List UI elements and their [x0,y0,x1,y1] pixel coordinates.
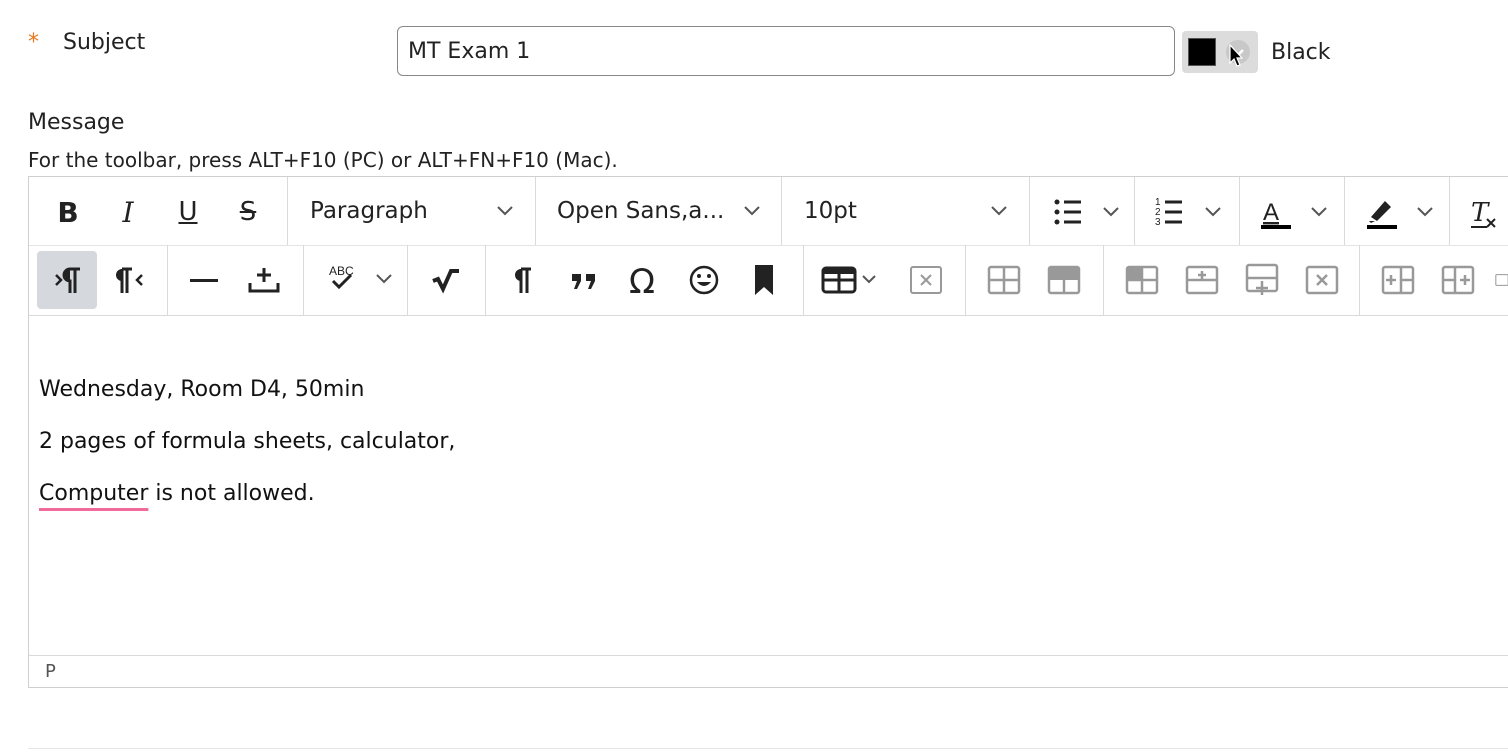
underline-button[interactable]: U [167,193,209,231]
paragraph-1: Wednesday, Room D4, 50min [39,377,365,402]
misspelled-word[interactable]: Computer [39,481,148,506]
delete-table-button[interactable] [899,255,953,305]
highlight-icon [1367,201,1433,229]
split-cells-icon [1047,265,1081,295]
cell-props-button[interactable] [1115,255,1169,305]
insert-row-before-button[interactable] [1175,255,1229,305]
color-picker-button[interactable] [1182,31,1258,73]
highlight-color-button[interactable] [1361,193,1441,233]
paragraph-3: Computer is not allowed. [39,481,315,506]
text-color-icon: A [1261,199,1327,229]
horizontal-rule-icon [190,279,218,282]
subject-label: Subject [63,30,146,55]
svg-text:A: A [1263,199,1279,226]
delete-col-button[interactable] [1495,255,1508,305]
text-color-button[interactable]: A [1255,193,1335,233]
delete-row-button[interactable] [1295,255,1349,305]
insert-row-before-icon [1185,265,1219,295]
color-name-label: Black [1271,40,1331,65]
math-icon [432,269,459,294]
show-blocks-button[interactable] [499,255,549,305]
bookmark-button[interactable] [739,255,789,305]
svg-text:Ω: Ω [629,263,655,297]
emoji-icon [689,265,719,295]
mouse-cursor-icon [1229,44,1243,67]
rtl-icon [116,267,143,293]
divider [28,748,1508,749]
spellcheck-icon: ABC [329,264,392,290]
insert-below-button[interactable] [239,255,289,305]
clear-format-icon: T [1471,198,1496,228]
editor-statusbar: P [29,655,1508,689]
italic-button[interactable]: I [107,193,149,231]
paragraph-3-rest: is not allowed. [148,481,315,506]
chevron-down-icon [991,206,1007,216]
strikethrough-button[interactable]: S [227,193,269,231]
row-header-button[interactable] [1037,255,1091,305]
subject-input[interactable] [397,26,1175,76]
rtl-button[interactable] [101,251,161,309]
font-family-label: Open Sans,a... [557,198,725,224]
math-equation-button[interactable] [421,255,471,305]
insert-col-before-button[interactable] [1371,255,1425,305]
insert-row-after-icon [1245,263,1279,295]
numbered-list-button[interactable]: 1 2 3 [1149,193,1229,231]
table-button[interactable] [815,255,885,305]
bullet-list-button[interactable] [1047,193,1127,231]
required-marker: * [28,30,39,55]
toolbar-hint: For the toolbar, press ALT+F10 (PC) or A… [28,148,618,172]
bullet-list-icon [1054,199,1119,225]
toolbar-row-secondary: ABC Ω [29,245,1508,316]
element-path[interactable]: P [45,661,56,682]
delete-table-icon [910,266,942,294]
message-label: Message [28,110,125,135]
insert-row-after-button[interactable] [1235,255,1289,305]
omega-icon: Ω [629,263,655,297]
spellcheck-button[interactable]: ABC [317,255,397,305]
ltr-button[interactable] [37,251,97,309]
bold-icon: B [57,195,79,229]
numbered-list-icon: 1 2 3 [1155,197,1221,228]
clear-format-button[interactable]: T [1465,193,1501,233]
emoji-button[interactable] [679,255,729,305]
delete-row-icon [1305,265,1339,295]
insert-below-icon [248,268,280,293]
svg-text:T: T [1471,198,1490,228]
merge-cells-icon [987,265,1021,295]
table-icon [821,266,876,294]
bold-button[interactable]: B [47,193,89,231]
delete-col-icon [1495,274,1508,286]
quote-icon [572,274,595,289]
rich-text-editor: B I U S Paragraph Open Sans,a... 10pt 1 … [28,176,1508,688]
color-swatch [1188,38,1216,66]
italic-icon: I [122,195,134,229]
bookmark-icon [755,265,773,295]
insert-col-after-icon [1441,265,1475,295]
chevron-down-icon [497,206,513,216]
ltr-icon [55,267,80,293]
insert-col-before-icon [1381,265,1415,295]
special-character-button[interactable]: Ω [619,255,669,305]
font-size-label: 10pt [804,198,857,224]
blockquote-button[interactable] [559,255,609,305]
strikethrough-icon: S [239,197,257,227]
horizontal-rule-button[interactable] [179,255,229,305]
cell-props-icon [1125,265,1159,295]
svg-text:3: 3 [1155,217,1161,228]
underline-icon: U [178,197,198,227]
paragraph-2: 2 pages of formula sheets, calculator, [39,429,456,454]
toolbar-row-primary: B I U S Paragraph Open Sans,a... 10pt 1 … [29,177,1508,246]
block-format-label: Paragraph [310,198,428,224]
paragraph-mark-icon [515,267,531,293]
chevron-down-icon [744,206,760,216]
insert-col-after-button[interactable] [1431,255,1485,305]
table-props-button[interactable] [977,255,1031,305]
